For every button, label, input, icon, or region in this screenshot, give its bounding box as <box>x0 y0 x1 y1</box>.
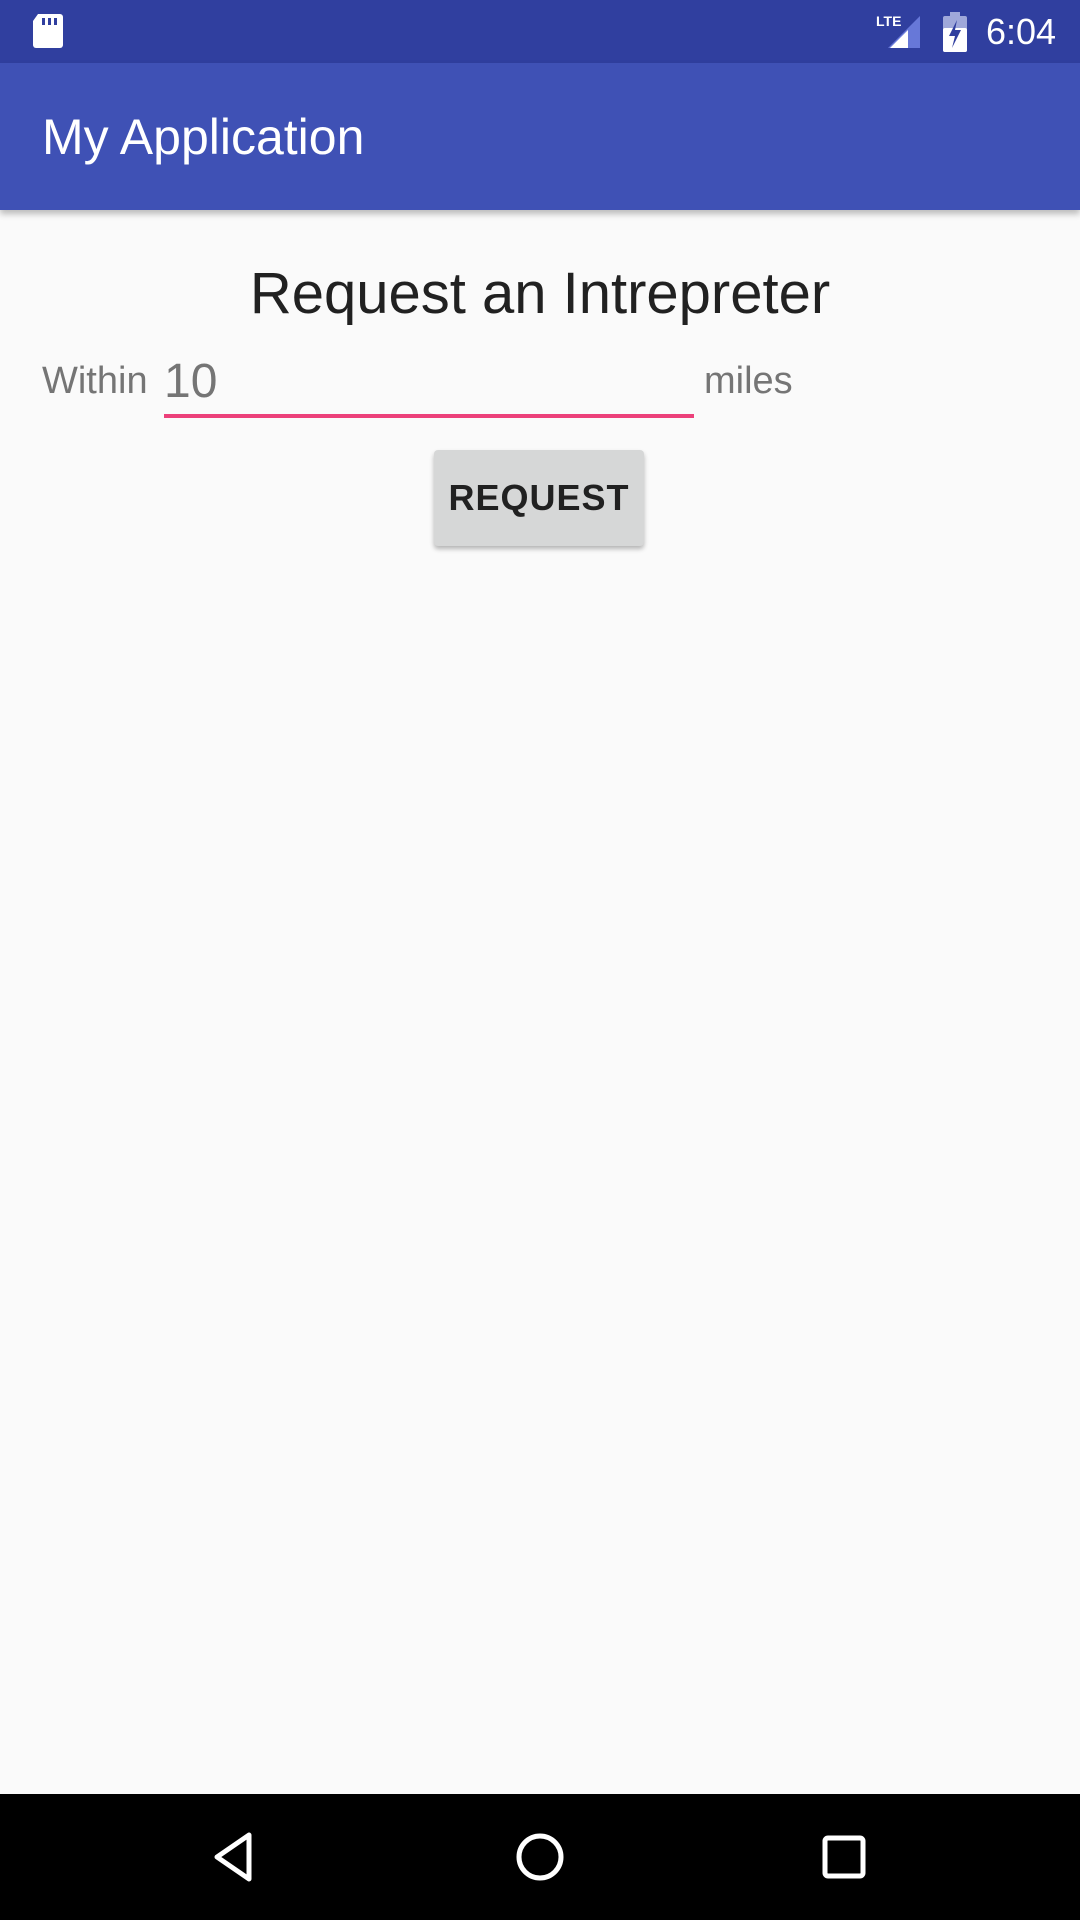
status-bar: LTE 6:04 <box>0 0 1080 63</box>
app-screen: LTE 6:04 My Application Request an Intre… <box>0 0 1080 1920</box>
home-button[interactable] <box>465 1794 615 1920</box>
home-icon <box>516 1833 564 1881</box>
request-button[interactable]: REQUEST <box>434 450 644 546</box>
page-heading: Request an Intrepreter <box>249 261 831 326</box>
battery-charging-icon <box>943 12 967 52</box>
recents-button[interactable] <box>769 1794 919 1920</box>
svg-text:LTE: LTE <box>876 13 901 29</box>
status-time: 6:04 <box>986 11 1057 52</box>
navigation-bar <box>0 1794 1080 1920</box>
app-title: My Application <box>42 109 365 165</box>
within-label: Within <box>42 360 148 402</box>
sd-card-icon <box>33 14 63 48</box>
back-icon <box>214 1832 252 1882</box>
distance-input[interactable] <box>164 348 694 418</box>
main-content: Request an Intrepreter Within miles REQU… <box>0 210 1080 1794</box>
lte-signal-icon: LTE <box>876 13 920 48</box>
miles-label: miles <box>704 360 793 402</box>
recents-icon <box>822 1835 866 1879</box>
app-bar: My Application <box>0 63 1080 210</box>
back-button[interactable] <box>160 1794 310 1920</box>
